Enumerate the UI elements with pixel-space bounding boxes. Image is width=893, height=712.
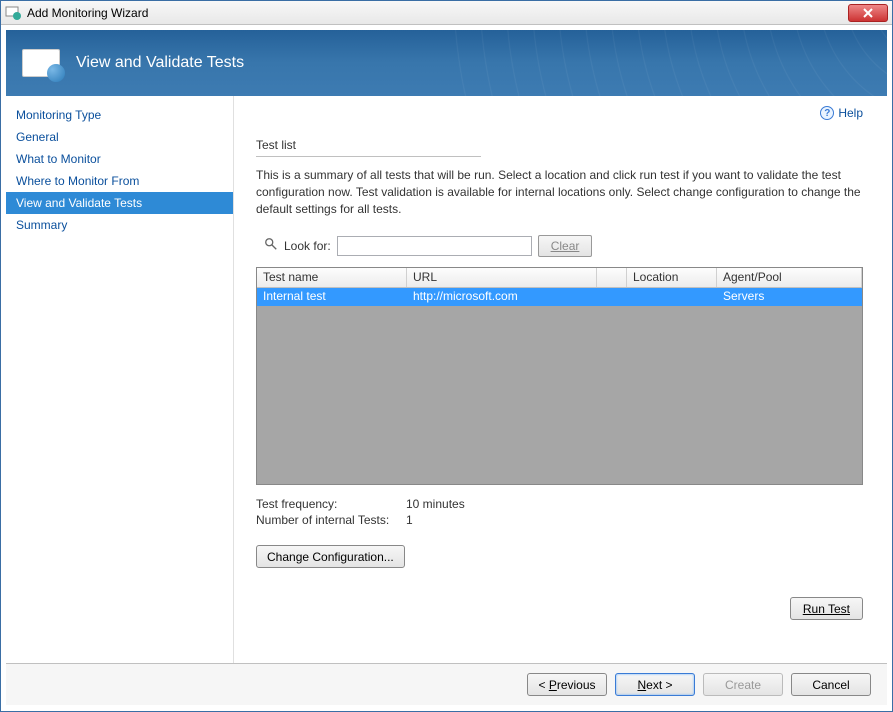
search-row: Look for: Clear: [256, 235, 863, 257]
footer: < Previous Next > Create Cancel: [6, 663, 887, 705]
app-icon: [5, 5, 21, 21]
cell-extra: [597, 288, 627, 306]
sidebar-item-monitoring-type[interactable]: Monitoring Type: [6, 104, 233, 126]
section-divider: [256, 156, 481, 157]
count-label: Number of internal Tests:: [256, 513, 406, 527]
count-row: Number of internal Tests: 1: [256, 513, 863, 527]
section-title: Test list: [256, 138, 863, 152]
sidebar-item-what-to-monitor[interactable]: What to Monitor: [6, 148, 233, 170]
help-link[interactable]: ? Help: [820, 106, 863, 120]
sidebar-item-where-to-monitor[interactable]: Where to Monitor From: [6, 170, 233, 192]
sidebar-item-summary[interactable]: Summary: [6, 214, 233, 236]
cell-url: http://microsoft.com: [407, 288, 597, 306]
help-label: Help: [838, 106, 863, 120]
test-table: Test name URL Location Agent/Pool Intern…: [256, 267, 863, 485]
sidebar: Monitoring Type General What to Monitor …: [6, 96, 233, 663]
cancel-button[interactable]: Cancel: [791, 673, 871, 696]
freq-row: Test frequency: 10 minutes: [256, 497, 863, 511]
close-button[interactable]: [848, 4, 888, 22]
content-area: ? Help Test list This is a summary of al…: [233, 96, 887, 663]
clear-button[interactable]: Clear: [538, 235, 593, 257]
table-header: Test name URL Location Agent/Pool: [257, 268, 862, 288]
col-location[interactable]: Location: [627, 268, 717, 287]
count-value: 1: [406, 513, 413, 527]
next-button[interactable]: Next >: [615, 673, 695, 696]
magnifier-icon: [264, 237, 278, 256]
titlebar: Add Monitoring Wizard: [1, 1, 892, 25]
create-button: Create: [703, 673, 783, 696]
banner-title: View and Validate Tests: [76, 54, 244, 72]
search-input[interactable]: [337, 236, 532, 256]
cell-test-name: Internal test: [257, 288, 407, 306]
previous-button[interactable]: < Previous: [527, 673, 607, 696]
col-agent[interactable]: Agent/Pool: [717, 268, 862, 287]
col-test-name[interactable]: Test name: [257, 268, 407, 287]
cell-location: [627, 288, 717, 306]
banner-icon: [22, 49, 60, 77]
change-config-button[interactable]: Change Configuration...: [256, 545, 405, 568]
wizard-window: Add Monitoring Wizard View and Validate …: [0, 0, 893, 712]
freq-label: Test frequency:: [256, 497, 406, 511]
run-test-button[interactable]: Run Test: [790, 597, 863, 620]
table-row[interactable]: Internal test http://microsoft.com Serve…: [257, 288, 862, 306]
body-area: Monitoring Type General What to Monitor …: [6, 96, 887, 663]
description-text: This is a summary of all tests that will…: [256, 167, 863, 217]
sidebar-item-view-validate[interactable]: View and Validate Tests: [6, 192, 233, 214]
freq-value: 10 minutes: [406, 497, 465, 511]
col-blank[interactable]: [597, 268, 627, 287]
header-banner: View and Validate Tests: [6, 30, 887, 96]
col-url[interactable]: URL: [407, 268, 597, 287]
search-label: Look for:: [284, 239, 331, 253]
cell-agent: Servers: [717, 288, 862, 306]
window-title: Add Monitoring Wizard: [27, 6, 848, 20]
sidebar-item-general[interactable]: General: [6, 126, 233, 148]
help-icon: ?: [820, 106, 834, 120]
